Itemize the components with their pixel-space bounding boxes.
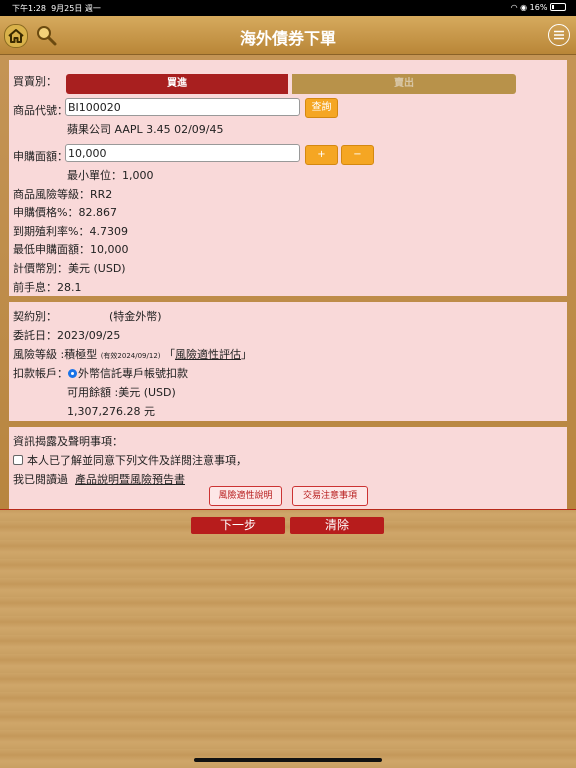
amount-input[interactable]: 10,000 — [65, 144, 300, 162]
order-panel: 買賣別： 買進 賣出 商品代號： BI100020 查詢 蘋果公司 AAPL 3… — [9, 60, 567, 296]
risk-assessment-link[interactable]: 風險適性評估 — [175, 348, 241, 361]
risk-valid-date: (有效2024/09/12) — [100, 352, 161, 360]
disclosure-title: 資訊揭露及聲明事項： — [13, 435, 123, 448]
debit-radio[interactable] — [68, 369, 77, 378]
debit-option-text: 外幣信託專戶帳號扣款 — [78, 367, 188, 380]
menu-button[interactable] — [548, 24, 570, 46]
page-title: 海外債券下單 — [239, 29, 336, 48]
status-bar: 下午1:28 9月25日 週一 ◠ ◉ 16% — [0, 0, 576, 16]
hamburger-menu-icon — [554, 30, 564, 40]
battery-percent: 16% — [529, 3, 548, 12]
risk-link-open-bracket: 「 — [164, 348, 176, 361]
location-icon: ◉ — [520, 3, 528, 12]
agree-text: 本人已了解並同意下列文件及詳閱注意事項， — [27, 454, 247, 467]
agree-checkbox[interactable] — [13, 455, 23, 465]
risk-link-close-bracket: 」 — [241, 348, 253, 361]
yield-to-maturity: 到期殖利率%：4.7309 — [13, 225, 128, 238]
plus-button[interactable]: + — [305, 145, 338, 165]
trade-notice-button[interactable]: 交易注意事項 — [292, 486, 368, 506]
disclosure-panel: 資訊揭露及聲明事項： 本人已了解並同意下列文件及詳閱注意事項， 我已閱讀過 產品… — [9, 427, 567, 509]
available-balance-value: 1,307,276.28 元 — [67, 405, 155, 418]
status-date: 9月25日 週一 — [51, 4, 101, 13]
status-time: 下午1:28 — [12, 4, 46, 13]
order-date: 委託日：2023/09/25 — [13, 329, 121, 342]
risk-profile-text: 風險等級 :積極型 — [13, 348, 98, 361]
contract-type-value: (特金外幣) — [109, 310, 162, 323]
navbar: 海外債券下單 — [0, 16, 576, 55]
product-name: 蘋果公司 AAPL 3.45 02/09/45 — [67, 123, 224, 136]
agreement-row: 本人已了解並同意下列文件及詳閱注意事項， — [13, 452, 247, 468]
wifi-icon: ◠ — [510, 3, 518, 12]
risk-fit-button[interactable]: 風險適性說明 — [209, 486, 282, 506]
query-button[interactable]: 查詢 — [305, 98, 338, 118]
available-balance-label: 可用餘額 :美元 (USD) — [67, 386, 176, 399]
buy-tab[interactable]: 買進 — [66, 74, 288, 94]
read-row: 我已閱讀過 產品說明暨風險預告書 — [13, 471, 185, 487]
contract-panel: 契約別： (特金外幣) 委託日：2023/09/25 風險等級 :積極型 (有效… — [9, 302, 567, 421]
pricing-currency: 計價幣別：美元 (USD) — [13, 262, 126, 275]
minus-button[interactable]: − — [341, 145, 374, 165]
sell-tab[interactable]: 賣出 — [292, 74, 516, 94]
accrued-interest: 前手息：28.1 — [13, 281, 82, 294]
min-unit: 最小單位：1,000 — [67, 169, 154, 182]
debit-account: 扣款帳戶： 外幣信託專戶帳號扣款 — [13, 365, 188, 381]
product-prospectus-link[interactable]: 產品說明暨風險預告書 — [75, 473, 185, 486]
status-left: 下午1:28 9月25日 週一 — [12, 3, 101, 14]
product-code-input[interactable]: BI100020 — [65, 98, 300, 116]
next-button[interactable]: 下一步 — [191, 517, 285, 534]
home-indicator — [194, 758, 382, 762]
debit-account-label: 扣款帳戶： — [13, 367, 68, 380]
trade-type-label: 買賣別： — [13, 75, 57, 88]
amount-label: 申購面額： — [13, 150, 68, 163]
risk-profile: 風險等級 :積極型 (有效2024/09/12) 「風險適性評估」 — [13, 346, 252, 362]
product-code-label: 商品代號： — [13, 104, 68, 117]
clear-button[interactable]: 清除 — [290, 517, 384, 534]
wood-background — [0, 510, 576, 768]
status-right: ◠ ◉ 16% — [511, 3, 566, 12]
subscription-price: 申購價格%：82.867 — [13, 206, 117, 219]
contract-type-label: 契約別： — [13, 310, 57, 323]
risk-level: 商品風險等級：RR2 — [13, 188, 113, 201]
battery-icon — [550, 3, 566, 11]
read-prefix: 我已閱讀過 — [13, 473, 68, 486]
min-subscription-amount: 最低申購面額：10,000 — [13, 243, 129, 256]
